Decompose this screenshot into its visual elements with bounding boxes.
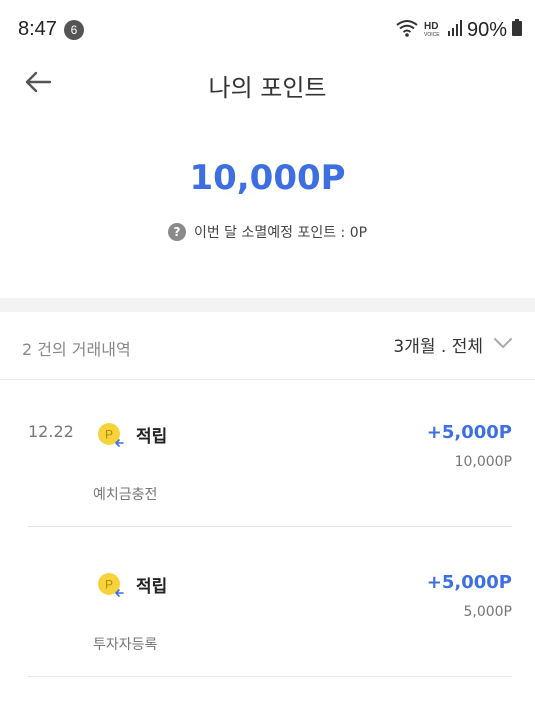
svg-text:VOICE: VOICE (424, 32, 440, 38)
transaction-filter-bar: 2 건의 거래내역 3개월 . 전체 (0, 312, 535, 380)
status-bar: 8:47 6 HD VOICE 90% (0, 0, 535, 60)
wifi-icon (395, 18, 419, 42)
battery-icon (511, 18, 523, 42)
svg-text:P: P (105, 578, 113, 592)
point-balance: 10,000P (189, 158, 346, 198)
transaction-amount: +5,000P (426, 572, 512, 593)
app-header: 나의 포인트 (0, 60, 535, 108)
transaction-balance: 5,000P (463, 604, 512, 620)
question-circle-icon[interactable]: ? (167, 223, 186, 241)
signal-icon (447, 18, 463, 42)
divider (28, 676, 512, 677)
svg-text:P: P (105, 428, 113, 442)
period-filter-dropdown[interactable]: 3개월 . 전체 (393, 332, 513, 357)
transaction-count: 2 건의 거래내역 (22, 340, 131, 359)
transaction-description: 예치금충전 (93, 487, 158, 503)
transaction-item[interactable]: P 적립 +5,000P 5,000P 투자자등록 (0, 552, 535, 702)
status-time: 8:47 (18, 18, 57, 40)
transaction-date: 12.22 (28, 422, 74, 441)
point-coin-icon: P (97, 422, 125, 448)
notification-count-badge: 6 (64, 20, 84, 40)
transaction-balance: 10,000P (454, 454, 512, 470)
expiring-points-text: 이번 달 소멸예정 포인트 : 0P (193, 225, 368, 241)
transaction-type: 적립 (136, 577, 168, 597)
period-filter-label: 3개월 . 전체 (393, 337, 483, 357)
svg-text:HD: HD (424, 21, 438, 32)
hd-voice-icon: HD VOICE (423, 18, 443, 42)
status-icons: HD VOICE 90% (395, 18, 523, 42)
transaction-amount: +5,000P (426, 422, 512, 443)
transaction-item[interactable]: 12.22 P 적립 +5,000P 10,000P 예치금충전 (0, 402, 535, 552)
battery-percentage: 90% (466, 18, 507, 41)
expiring-points: ? 이번 달 소멸예정 포인트 : 0P (0, 222, 535, 242)
transaction-description: 투자자등록 (93, 637, 158, 653)
divider (28, 526, 512, 527)
page-title: 나의 포인트 (208, 74, 327, 102)
transaction-type: 적립 (136, 427, 168, 447)
section-divider (0, 298, 535, 312)
point-coin-icon: P (97, 572, 125, 598)
chevron-down-icon (493, 335, 513, 354)
